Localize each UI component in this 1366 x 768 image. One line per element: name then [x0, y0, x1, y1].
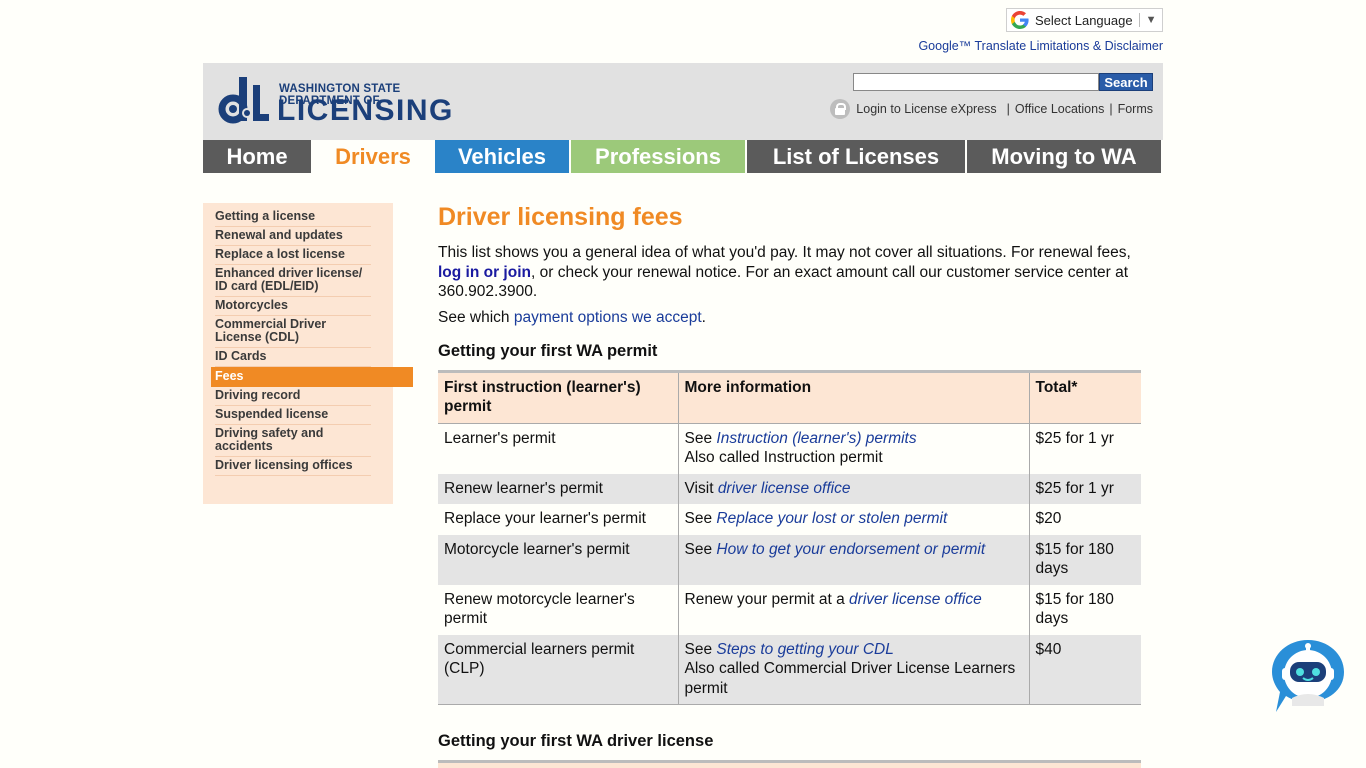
logo-title: LICENSING: [277, 94, 454, 127]
divider: |: [1006, 102, 1010, 116]
main-content: Driver licensing fees This list shows yo…: [438, 203, 1141, 705]
chatbot-button[interactable]: [1270, 638, 1346, 714]
utility-links: Login to License eXpress | Office Locati…: [830, 99, 1153, 119]
fee-total: $40: [1029, 634, 1141, 705]
fee-total: $25 for 1 yr: [1029, 473, 1141, 504]
permit-fees-table: First instruction (learner's) permit Mor…: [438, 369, 1141, 705]
sidebar-item-safety[interactable]: Driving safety and accidents: [215, 425, 371, 457]
table-row: Motorcycle learner's permit See How to g…: [438, 534, 1141, 585]
search-button[interactable]: Search: [1099, 73, 1153, 91]
table-header-row: First instruction (learner's) permit Mor…: [438, 369, 1141, 424]
driver-license-table-header: [438, 760, 1141, 768]
sidebar-item-fees[interactable]: Fees: [211, 367, 413, 387]
fee-info-link[interactable]: driver license office: [849, 591, 982, 608]
fee-info-extra: Also called Commercial Driver License Le…: [684, 660, 1016, 697]
sidebar-nav: Getting a license Renewal and updates Re…: [203, 203, 413, 504]
payment-text: See which payment options we accept.: [438, 309, 1141, 327]
fee-info-link[interactable]: Replace your lost or stolen permit: [716, 510, 947, 527]
sidebar-item-replace-lost[interactable]: Replace a lost license: [215, 246, 371, 265]
payment-text-part: .: [701, 308, 706, 326]
section-title-driver-license: Getting your first WA driver license: [438, 732, 714, 750]
divider: [1138, 13, 1140, 27]
sidebar-item-edl[interactable]: Enhanced driver license/ ID card (EDL/EI…: [215, 265, 371, 297]
language-select-label: Select Language: [1035, 12, 1133, 28]
page-title: Driver licensing fees: [438, 203, 683, 231]
main-nav: Home Drivers Vehicles Professions List o…: [203, 140, 1163, 173]
table-row: Commercial learners permit (CLP) See Ste…: [438, 634, 1141, 705]
fee-info-link[interactable]: How to get your endorsement or permit: [716, 541, 985, 558]
sidebar-item-motorcycles[interactable]: Motorcycles: [215, 297, 371, 316]
divider: |: [1109, 102, 1113, 116]
fee-name: Renew motorcycle learner's permit: [438, 584, 679, 635]
fee-info-text: See: [684, 540, 717, 558]
fee-info-text: See: [684, 640, 717, 658]
column-header: First instruction (learner's) permit: [438, 369, 679, 424]
nav-tab-home[interactable]: Home: [203, 140, 311, 173]
column-header: More information: [678, 369, 1030, 424]
fee-info-text: Renew your permit at a: [684, 590, 850, 608]
fee-info: See Replace your lost or stolen permit: [678, 504, 1030, 535]
login-join-link[interactable]: log in or join: [438, 264, 531, 281]
sidebar-item-getting-a-license[interactable]: Getting a license: [215, 208, 371, 227]
fee-info-text: See: [684, 429, 717, 447]
fee-total: $15 for 180 days: [1029, 534, 1141, 585]
sidebar-item-id-cards[interactable]: ID Cards: [215, 348, 371, 367]
sidebar-item-cdl[interactable]: Commercial Driver License (CDL): [215, 316, 371, 348]
chevron-down-icon: ▼: [1145, 14, 1157, 26]
fee-info: See Steps to getting your CDL Also called…: [678, 634, 1030, 705]
fee-total: $15 for 180 days: [1035, 590, 1114, 628]
column-header: Total*: [1029, 369, 1141, 424]
intro-text-part: This list shows you a general idea of wh…: [438, 244, 1131, 261]
fee-total: $20: [1035, 510, 1062, 527]
forms-link[interactable]: Forms: [1118, 102, 1153, 116]
fee-name: Motorcycle learner's permit: [438, 534, 679, 585]
nav-tab-drivers[interactable]: Drivers: [313, 140, 433, 173]
fee-info: See Instruction (learner's) permits Also …: [678, 423, 1030, 474]
chatbot-robot-icon: [1272, 640, 1344, 712]
section-title-permit: Getting your first WA permit: [438, 341, 658, 360]
fee-info: Visit driver license office: [678, 473, 1030, 504]
language-select[interactable]: Select Language ▼: [1006, 8, 1163, 32]
sidebar-item-suspended[interactable]: Suspended license: [215, 406, 371, 425]
translate-disclaimer-link[interactable]: Google™ Translate Limitations & Disclaim…: [918, 39, 1163, 53]
nav-tab-professions[interactable]: Professions: [571, 140, 745, 173]
fee-name: Replace your learner's permit: [438, 504, 679, 535]
table-row: Renew motorcycle learner's permit Renew …: [438, 584, 1141, 635]
table-row: Learner's permit See Instruction (learne…: [438, 423, 1141, 474]
fee-name: Commercial learners permit (CLP): [438, 634, 679, 705]
sidebar-item-driving-record[interactable]: Driving record: [215, 387, 371, 406]
fee-info-text: Visit: [684, 479, 718, 497]
table-row: Renew learner's permit Visit driver lice…: [438, 473, 1141, 504]
fee-name: Learner's permit: [438, 423, 679, 474]
nav-tab-list-of-licenses[interactable]: List of Licenses: [747, 140, 965, 173]
intro-text: This list shows you a general idea of wh…: [438, 243, 1141, 302]
intro-text-part: , or check your renewal notice. For an e…: [438, 263, 1129, 301]
dol-logo-icon: [218, 77, 269, 124]
fee-info: See How to get your endorsement or permi…: [678, 534, 1030, 585]
table-row: Replace your learner's permit See Replac…: [438, 504, 1141, 535]
site-header: WASHINGTON STATE DEPARTMENT OF LICENSING…: [203, 63, 1163, 140]
lock-icon: [830, 99, 851, 119]
nav-tab-vehicles[interactable]: Vehicles: [435, 140, 569, 173]
office-locations-link[interactable]: Office Locations: [1015, 102, 1104, 116]
fee-total: $25 for 1 yr: [1035, 429, 1114, 447]
dol-logo[interactable]: WASHINGTON STATE DEPARTMENT OF LICENSING: [217, 75, 479, 127]
fee-info: Renew your permit at a driver license of…: [678, 584, 1030, 635]
nav-tab-moving-to-wa[interactable]: Moving to WA: [967, 140, 1161, 173]
fee-name: Renew learner's permit: [438, 473, 679, 504]
sidebar-item-renewal[interactable]: Renewal and updates: [215, 227, 371, 246]
login-link[interactable]: Login to License eXpress: [856, 102, 996, 116]
google-icon: [1011, 11, 1029, 29]
search-input[interactable]: [853, 73, 1099, 91]
payment-text-part: See which: [438, 308, 514, 326]
fee-info-link[interactable]: driver license office: [718, 480, 851, 497]
sidebar-item-offices[interactable]: Driver licensing offices: [215, 457, 371, 476]
fee-info-extra: Also called Instruction permit: [684, 449, 883, 466]
fee-info-link[interactable]: Instruction (learner's) permits: [716, 430, 916, 447]
payment-options-link[interactable]: payment options we accept: [514, 309, 702, 326]
fee-info-link[interactable]: Steps to getting your CDL: [716, 641, 894, 658]
fee-info-text: See: [684, 510, 717, 527]
